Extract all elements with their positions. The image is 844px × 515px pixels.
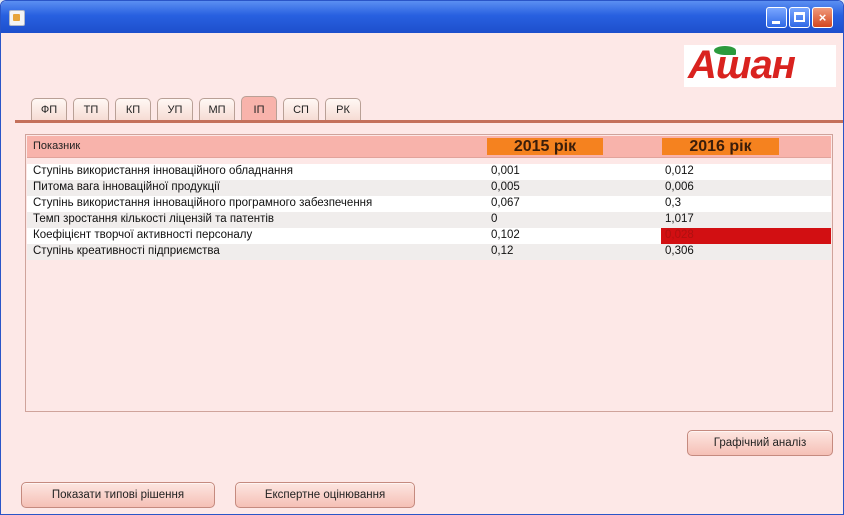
value-2015: 0,005 bbox=[491, 181, 520, 193]
value-2015: 0,001 bbox=[491, 165, 520, 177]
tab-mp[interactable]: МП bbox=[199, 98, 235, 120]
close-button[interactable]: × bbox=[812, 7, 833, 28]
value-2015: 0,102 bbox=[491, 229, 520, 241]
value-2016: 1,017 bbox=[665, 213, 694, 225]
tab-sp[interactable]: СП bbox=[283, 98, 319, 120]
graph-analysis-button[interactable]: Графічний аналіз bbox=[687, 430, 833, 456]
value-2015: 0,067 bbox=[491, 197, 520, 209]
value-2016-cell: 0,006 bbox=[661, 180, 831, 196]
table-header: Показник 2015 рік 2016 рік bbox=[27, 136, 831, 158]
maximize-icon bbox=[794, 12, 805, 22]
header-2016: 2016 рік bbox=[662, 138, 779, 155]
tab-ip[interactable]: ІП bbox=[241, 96, 277, 120]
logo-text: Ашан bbox=[688, 43, 796, 87]
value-2016-cell: 0,3 bbox=[661, 196, 831, 212]
indicators-panel: Показник 2015 рік 2016 рік Ступінь викор… bbox=[25, 134, 833, 412]
tab-fp[interactable]: ФП bbox=[31, 98, 67, 120]
indicator-name: Ступінь використання інноваційного облад… bbox=[33, 165, 293, 177]
tab-kp[interactable]: КП bbox=[115, 98, 151, 120]
indicator-name: Коефіцієнт творчої активності персоналу bbox=[33, 229, 253, 241]
value-2016: 0,306 bbox=[665, 245, 694, 257]
show-typical-solutions-button[interactable]: Показати типові рішення bbox=[21, 482, 215, 508]
indicator-name: Питома вага інноваційної продукції bbox=[33, 181, 220, 193]
tab-rk[interactable]: РК bbox=[325, 98, 361, 120]
value-2016: 0,3 bbox=[665, 197, 681, 209]
table-row[interactable]: Питома вага інноваційної продукції 0,005… bbox=[27, 180, 831, 196]
header-2015: 2015 рік bbox=[487, 138, 603, 155]
table-row[interactable]: Ступінь використання інноваційного прогр… bbox=[27, 196, 831, 212]
indicator-name: Ступінь використання інноваційного прогр… bbox=[33, 197, 373, 209]
app-window: × Ашан ФП ТП КП УП МП ІП СП РК Показник … bbox=[0, 0, 844, 515]
value-2016-cell: 0,012 bbox=[661, 164, 831, 180]
indicator-name: Темп зростання кількості ліцензій та пат… bbox=[33, 213, 275, 225]
value-2016-alert-cell: 0,028 bbox=[661, 228, 831, 244]
value-2015: 0,12 bbox=[491, 245, 514, 257]
indicator-name: Ступінь креативності підприємства bbox=[33, 245, 220, 257]
table-row[interactable]: Темп зростання кількості ліцензій та пат… bbox=[27, 212, 831, 228]
table-row[interactable]: Коефіцієнт творчої активності персоналу … bbox=[27, 228, 831, 244]
value-2016: 0,012 bbox=[665, 165, 694, 177]
header-indicator: Показник bbox=[33, 140, 81, 152]
value-2016-cell: 0,306 bbox=[661, 244, 831, 260]
maximize-button[interactable] bbox=[789, 7, 810, 28]
tab-tp[interactable]: ТП bbox=[73, 98, 109, 120]
tab-divider bbox=[15, 120, 843, 123]
app-icon bbox=[9, 10, 25, 26]
title-bar[interactable]: × bbox=[1, 1, 843, 33]
expert-evaluation-button[interactable]: Експертне оцінювання bbox=[235, 482, 415, 508]
value-2015: 0 bbox=[491, 213, 498, 225]
minimize-button[interactable] bbox=[766, 7, 787, 28]
table-row[interactable]: Ступінь використання інноваційного облад… bbox=[27, 164, 831, 180]
value-2016: 0,006 bbox=[665, 181, 694, 193]
minimize-icon bbox=[772, 21, 780, 24]
close-icon: × bbox=[818, 10, 827, 25]
value-2016-cell: 1,017 bbox=[661, 212, 831, 228]
value-2016: 0,028 bbox=[665, 229, 694, 241]
tab-up[interactable]: УП bbox=[157, 98, 193, 120]
auchan-logo: Ашан bbox=[684, 43, 836, 87]
table-row[interactable]: Ступінь креативності підприємства 0,12 0… bbox=[27, 244, 831, 260]
